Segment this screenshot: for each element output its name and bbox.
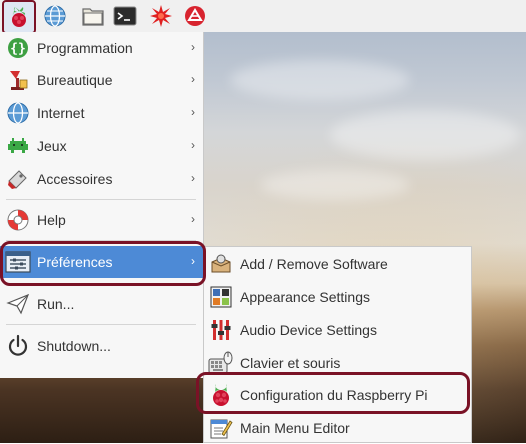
menu-item-label: Accessoires bbox=[37, 171, 113, 187]
menu-item-label: Shutdown... bbox=[37, 338, 111, 354]
mathematica-icon bbox=[185, 6, 205, 26]
internet-globe-icon bbox=[4, 99, 32, 127]
menu-item-label: Internet bbox=[37, 105, 85, 121]
main-menu-editor-icon bbox=[208, 415, 234, 441]
svg-text:{}: {} bbox=[10, 42, 26, 57]
wolfram-icon bbox=[150, 5, 172, 27]
submenu-item-label: Clavier et souris bbox=[240, 355, 341, 371]
menu-item-run[interactable]: Run... bbox=[0, 288, 203, 320]
launcher-mathematica[interactable] bbox=[182, 3, 208, 29]
highlight-outline-preferences bbox=[0, 241, 206, 286]
menu-item-label: Help bbox=[37, 212, 66, 228]
menu-item-help[interactable]: Help › bbox=[0, 204, 203, 236]
menu-item-label: Programmation bbox=[37, 40, 133, 56]
menu-item-shutdown[interactable]: Shutdown... bbox=[0, 330, 203, 362]
submenu-item-appearance-settings[interactable]: Appearance Settings bbox=[204, 281, 472, 313]
programming-icon: {} bbox=[4, 34, 32, 62]
add-remove-software-icon bbox=[208, 251, 234, 277]
menu-item-internet[interactable]: Internet › bbox=[0, 97, 203, 129]
shutdown-power-icon bbox=[4, 332, 32, 360]
chevron-right-icon: › bbox=[191, 40, 195, 54]
launcher-raspberry-menu[interactable] bbox=[2, 0, 36, 34]
chevron-right-icon: › bbox=[191, 105, 195, 119]
launcher-file-manager[interactable] bbox=[80, 3, 106, 29]
submenu-item-label: Audio Device Settings bbox=[240, 322, 377, 338]
terminal-icon bbox=[113, 6, 137, 26]
menu-item-programmation[interactable]: {} Programmation › bbox=[0, 32, 203, 64]
menu-item-accessoires[interactable]: Accessoires › bbox=[0, 163, 203, 195]
menu-separator bbox=[6, 324, 196, 325]
audio-device-settings-icon bbox=[208, 317, 234, 343]
highlight-outline-raspberry-config bbox=[196, 372, 470, 414]
application-menu: {} Programmation › Bureautique › Interne… bbox=[0, 32, 204, 378]
chevron-right-icon: › bbox=[191, 72, 195, 86]
menu-item-bureautique[interactable]: Bureautique › bbox=[0, 64, 203, 96]
raspberry-menu-icon bbox=[12, 7, 26, 27]
menu-item-label: Jeux bbox=[37, 138, 67, 154]
submenu-item-label: Appearance Settings bbox=[240, 289, 370, 305]
submenu-item-add-remove-software[interactable]: Add / Remove Software bbox=[204, 248, 472, 280]
menu-item-label: Bureautique bbox=[37, 72, 113, 88]
submenu-item-label: Add / Remove Software bbox=[240, 256, 388, 272]
top-panel bbox=[0, 0, 526, 34]
games-icon bbox=[4, 132, 32, 160]
wallpaper-cloud bbox=[330, 110, 520, 160]
run-paper-plane-icon bbox=[4, 290, 32, 318]
menu-item-jeux[interactable]: Jeux › bbox=[0, 130, 203, 162]
submenu-item-label: Main Menu Editor bbox=[240, 420, 350, 436]
chevron-right-icon: › bbox=[191, 138, 195, 152]
accessories-icon bbox=[4, 165, 32, 193]
web-browser-globe-icon bbox=[44, 5, 66, 27]
submenu-item-main-menu-editor[interactable]: Main Menu Editor bbox=[204, 412, 472, 444]
appearance-settings-icon bbox=[208, 284, 234, 310]
wallpaper-cloud bbox=[260, 170, 410, 200]
menu-separator bbox=[6, 199, 196, 200]
file-manager-folder-icon bbox=[82, 8, 104, 26]
submenu-item-audio-device-settings[interactable]: Audio Device Settings bbox=[204, 314, 472, 346]
wallpaper-cloud bbox=[230, 60, 410, 100]
launcher-terminal[interactable] bbox=[112, 3, 138, 29]
launcher-wolfram[interactable] bbox=[148, 3, 174, 29]
menu-item-label: Run... bbox=[37, 296, 75, 312]
help-lifebuoy-icon bbox=[4, 206, 32, 234]
launcher-web-browser[interactable] bbox=[42, 3, 68, 29]
office-icon bbox=[4, 66, 32, 94]
chevron-right-icon: › bbox=[191, 212, 195, 226]
chevron-right-icon: › bbox=[191, 171, 195, 185]
